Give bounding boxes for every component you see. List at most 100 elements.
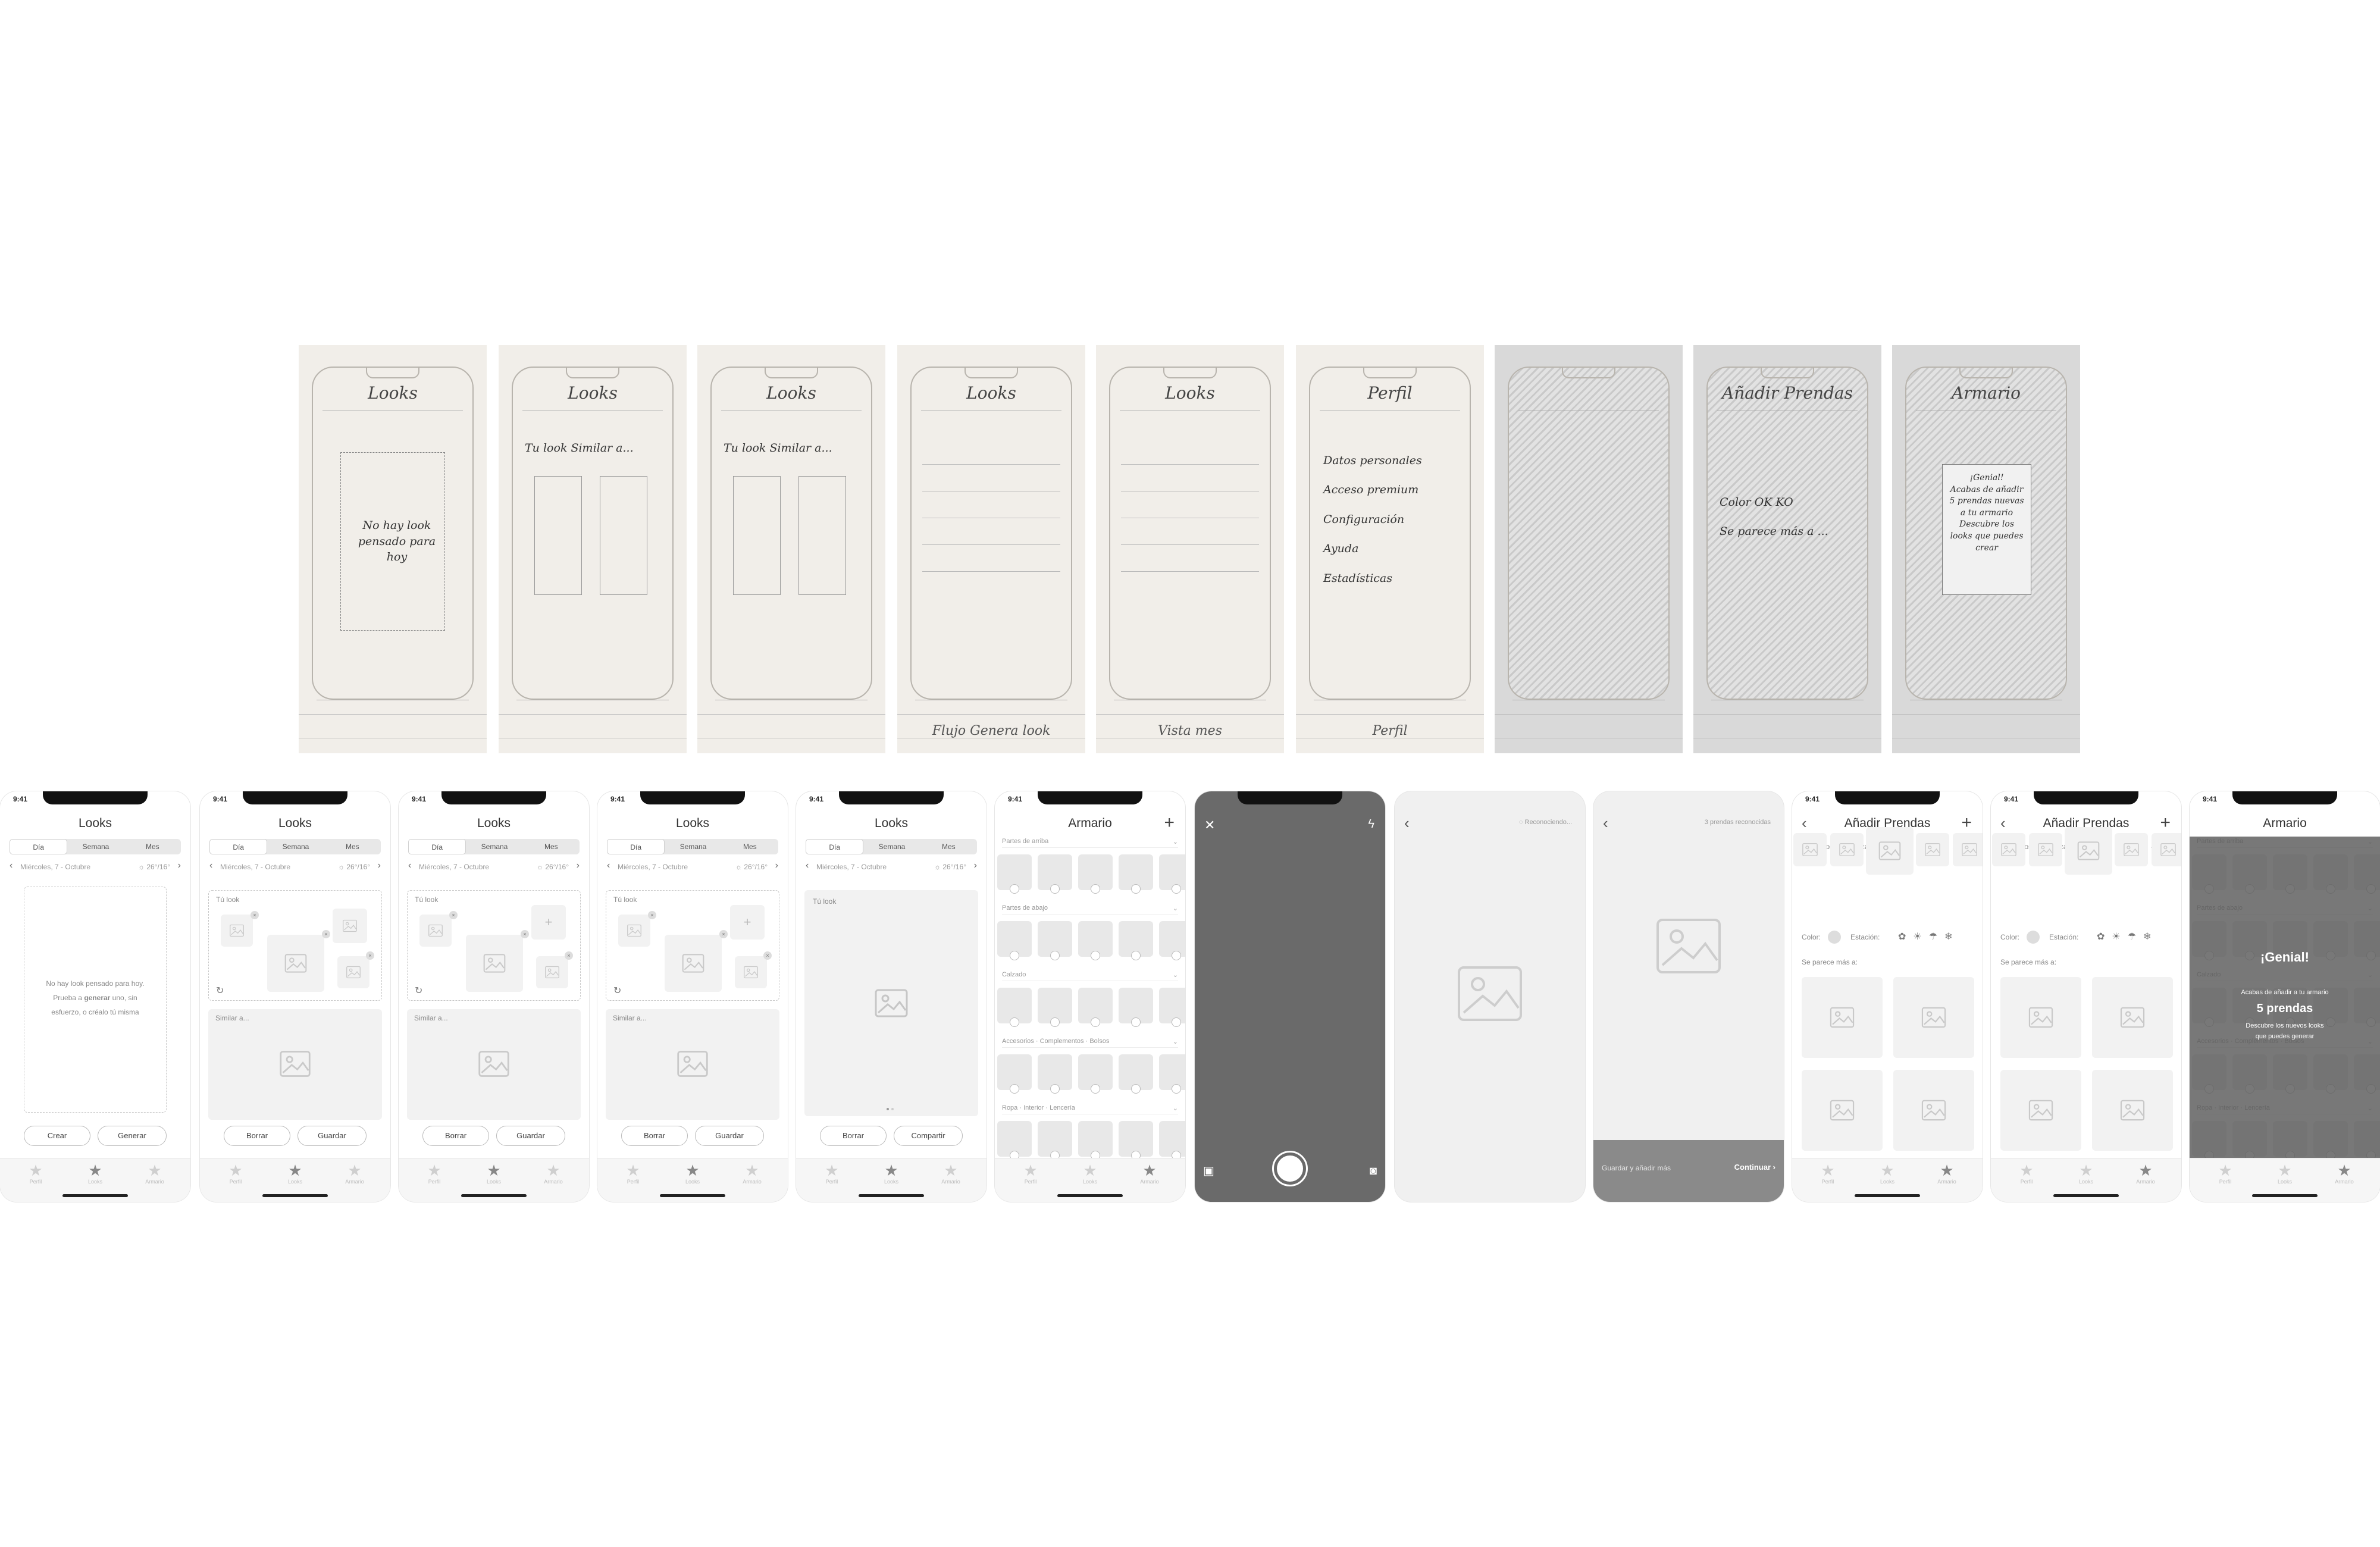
- select-circle[interactable]: [1131, 884, 1141, 894]
- tab-looks[interactable]: ★ Looks: [2068, 1162, 2104, 1185]
- segment-dia[interactable]: Día: [806, 839, 864, 854]
- period-segmented-control[interactable]: Día Semana Mes: [10, 839, 181, 854]
- remove-icon[interactable]: ×: [250, 911, 259, 919]
- season-icons[interactable]: ✿☀☂❄: [2097, 931, 2159, 942]
- tab-armario[interactable]: ★ Armario: [2326, 1162, 2362, 1185]
- color-swatch[interactable]: [2027, 931, 2040, 944]
- select-circle[interactable]: [1050, 884, 1060, 894]
- color-swatch[interactable]: [1828, 931, 1841, 944]
- tab-armario[interactable]: ★ Armario: [2128, 1162, 2163, 1185]
- guardar-button[interactable]: Guardar: [695, 1126, 764, 1146]
- borrar-button[interactable]: Borrar: [820, 1126, 887, 1146]
- select-circle[interactable]: [1050, 1084, 1060, 1094]
- refresh-icon[interactable]: ↻: [216, 985, 224, 997]
- recognized-garment-thumbnail[interactable]: [2029, 833, 2062, 866]
- armario-section-header[interactable]: Accesorios · Complementos · Bolsos ⌄: [1002, 1038, 1178, 1048]
- segment-mes[interactable]: Mes: [523, 839, 580, 854]
- tab-looks[interactable]: ★ Looks: [2267, 1162, 2303, 1185]
- borrar-button[interactable]: Borrar: [422, 1126, 489, 1146]
- segment-dia[interactable]: Día: [209, 839, 268, 854]
- select-circle[interactable]: [1172, 884, 1181, 894]
- shutter-button[interactable]: [1272, 1151, 1308, 1186]
- tab-perfil[interactable]: ★ Perfil: [1810, 1162, 1846, 1185]
- select-circle[interactable]: [1010, 951, 1019, 960]
- gallery-icon[interactable]: ▣: [1203, 1163, 1214, 1178]
- add-icon[interactable]: +: [1961, 813, 1972, 833]
- compartir-button[interactable]: Compartir: [894, 1126, 963, 1146]
- similar-option[interactable]: [2092, 977, 2173, 1058]
- segment-semana[interactable]: Semana: [67, 839, 124, 854]
- chevron-right-icon[interactable]: ›: [974, 860, 977, 871]
- recognized-garment-thumbnail[interactable]: [1992, 833, 2025, 866]
- select-circle[interactable]: [1091, 951, 1100, 960]
- tab-looks[interactable]: ★ Looks: [77, 1162, 113, 1185]
- garment-slot[interactable]: [221, 915, 253, 947]
- recognized-garment-thumbnail[interactable]: [2065, 827, 2112, 875]
- armario-section-header[interactable]: Partes de arriba ⌄: [1002, 838, 1178, 848]
- select-circle[interactable]: [1050, 951, 1060, 960]
- generar-button[interactable]: Generar: [98, 1126, 167, 1146]
- tab-armario[interactable]: ★ Armario: [933, 1162, 969, 1185]
- similar-option[interactable]: [2092, 1070, 2173, 1151]
- season-icons[interactable]: ✿☀☂❄: [1898, 931, 1960, 942]
- segment-mes[interactable]: Mes: [324, 839, 381, 854]
- period-segmented-control[interactable]: Día Semana Mes: [607, 839, 778, 854]
- recognized-garment-thumbnail[interactable]: [1830, 833, 1864, 866]
- garment-slot[interactable]: [267, 935, 324, 992]
- segment-dia[interactable]: Día: [10, 839, 68, 854]
- recognized-garment-thumbnail[interactable]: [1953, 833, 1983, 866]
- garment-thumbnail[interactable]: [1159, 1121, 1185, 1157]
- garment-slot[interactable]: [735, 956, 767, 988]
- tab-armario[interactable]: ★ Armario: [734, 1162, 770, 1185]
- tab-looks[interactable]: ★ Looks: [873, 1162, 909, 1185]
- tab-armario[interactable]: ★ Armario: [1929, 1162, 1965, 1185]
- select-circle[interactable]: [1091, 1084, 1100, 1094]
- tab-perfil[interactable]: ★ Perfil: [2207, 1162, 2243, 1185]
- back-icon[interactable]: ‹: [1404, 814, 1410, 832]
- switch-camera-icon[interactable]: ◙: [1370, 1164, 1377, 1178]
- add-icon[interactable]: +: [1164, 813, 1175, 833]
- tab-perfil[interactable]: ★ Perfil: [18, 1162, 54, 1185]
- segment-mes[interactable]: Mes: [124, 839, 181, 854]
- remove-icon[interactable]: ×: [565, 951, 573, 960]
- similar-option[interactable]: [2000, 977, 2081, 1058]
- segment-dia[interactable]: Día: [607, 839, 665, 854]
- close-icon[interactable]: ✕: [1204, 818, 1215, 833]
- garment-slot[interactable]: [665, 935, 722, 992]
- chevron-right-icon[interactable]: ›: [378, 860, 381, 871]
- armario-section-header[interactable]: Partes de abajo ⌄: [1002, 904, 1178, 915]
- refresh-icon[interactable]: ↻: [613, 985, 621, 997]
- select-circle[interactable]: [1091, 1017, 1100, 1027]
- chevron-right-icon[interactable]: ›: [775, 860, 778, 871]
- success-overlay[interactable]: ¡Genial! Acabas de añadir a tu armario 5…: [2190, 837, 2380, 1158]
- similar-option[interactable]: [1893, 977, 1974, 1058]
- remove-icon[interactable]: ×: [719, 930, 728, 938]
- select-circle[interactable]: [1172, 1084, 1181, 1094]
- tab-looks[interactable]: ★ Looks: [476, 1162, 512, 1185]
- borrar-button[interactable]: Borrar: [621, 1126, 688, 1146]
- garment-thumbnail[interactable]: [1159, 854, 1185, 890]
- continuar-button[interactable]: Continuar ›: [1734, 1163, 1775, 1172]
- tab-armario[interactable]: ★ Armario: [1132, 1162, 1167, 1185]
- tab-perfil[interactable]: ★ Perfil: [416, 1162, 452, 1185]
- period-segmented-control[interactable]: Día Semana Mes: [408, 839, 580, 854]
- select-circle[interactable]: [1010, 1017, 1019, 1027]
- segment-semana[interactable]: Semana: [665, 839, 721, 854]
- crear-button[interactable]: Crear: [24, 1126, 90, 1146]
- tab-looks[interactable]: ★ Looks: [1869, 1162, 1905, 1185]
- garment-thumbnail[interactable]: [1159, 921, 1185, 957]
- similar-option[interactable]: [1802, 977, 1883, 1058]
- select-circle[interactable]: [1091, 884, 1100, 894]
- garment-thumbnail[interactable]: [1159, 988, 1185, 1023]
- segment-semana[interactable]: Semana: [267, 839, 324, 854]
- garment-slot[interactable]: [536, 956, 568, 988]
- garment-slot[interactable]: [337, 956, 369, 988]
- select-circle[interactable]: [1050, 1017, 1060, 1027]
- tab-perfil[interactable]: ★ Perfil: [218, 1162, 253, 1185]
- tab-perfil[interactable]: ★ Perfil: [2009, 1162, 2044, 1185]
- guardar-button[interactable]: Guardar: [496, 1126, 565, 1146]
- segment-semana[interactable]: Semana: [863, 839, 920, 854]
- garment-slot[interactable]: [419, 915, 452, 947]
- remove-icon[interactable]: ×: [521, 930, 529, 938]
- add-icon[interactable]: +: [2160, 813, 2171, 833]
